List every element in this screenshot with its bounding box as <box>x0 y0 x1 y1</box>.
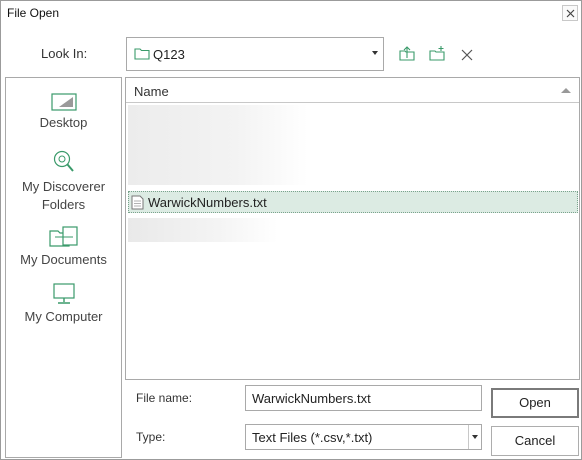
place-label: My Documents <box>20 252 107 267</box>
computer-icon <box>52 283 75 304</box>
place-label: My Computer <box>24 309 103 324</box>
discoverer-icon <box>53 150 74 172</box>
delete-button[interactable] <box>458 45 476 63</box>
blurred-region <box>128 105 308 185</box>
dialog-title: File Open <box>7 6 60 20</box>
look-in-combo[interactable]: Q123 <box>126 37 384 71</box>
file-row-warwicknumbers[interactable]: WarwickNumbers.txt <box>128 191 578 213</box>
close-button[interactable] <box>562 5 578 21</box>
open-button[interactable]: Open <box>491 388 579 418</box>
delete-icon <box>461 49 473 61</box>
file-name-field[interactable]: WarwickNumbers.txt <box>245 385 482 411</box>
sort-ascending-icon <box>561 88 571 93</box>
close-icon <box>566 9 575 18</box>
place-desktop[interactable]: Desktop <box>6 93 121 132</box>
place-label: My Discoverer Folders <box>21 179 106 212</box>
chevron-down-icon <box>472 435 478 439</box>
place-my-discoverer-folders[interactable]: My Discoverer Folders <box>6 149 121 214</box>
up-folder-icon <box>399 46 415 61</box>
place-my-computer[interactable]: My Computer <box>6 283 121 326</box>
place-label: Desktop <box>39 115 88 130</box>
column-name-label: Name <box>134 84 169 99</box>
type-dropdown-button[interactable] <box>468 425 481 449</box>
file-list[interactable]: Name WarwickNumbers.txt <box>125 77 580 380</box>
chevron-down-icon[interactable] <box>372 51 378 55</box>
desktop-icon <box>50 93 77 111</box>
folder-icon <box>134 48 150 60</box>
file-open-dialog: File Open Look In: Q123 Desktop My Disco… <box>0 0 582 460</box>
file-name-label: File name: <box>136 391 193 405</box>
name-column-header[interactable]: Name <box>126 78 579 103</box>
cancel-button[interactable]: Cancel <box>491 426 579 456</box>
blurred-region <box>128 218 278 242</box>
new-folder-button[interactable] <box>428 45 446 63</box>
text-file-icon <box>131 195 144 210</box>
type-label: Type: <box>136 430 166 444</box>
type-value: Text Files (*.csv,*.txt) <box>252 430 373 445</box>
look-in-value: Q123 <box>153 47 185 62</box>
new-folder-icon <box>429 46 445 61</box>
look-in-label: Look In: <box>41 46 88 61</box>
place-my-documents[interactable]: My Documents <box>6 226 121 269</box>
type-select[interactable]: Text Files (*.csv,*.txt) <box>245 424 482 450</box>
places-sidebar: Desktop My Discoverer Folders My Documen… <box>5 77 122 458</box>
file-name-value: WarwickNumbers.txt <box>252 391 371 406</box>
documents-folder-icon <box>48 226 78 247</box>
file-name: WarwickNumbers.txt <box>148 195 267 210</box>
up-folder-button[interactable] <box>398 45 416 63</box>
title-bar: File Open <box>1 1 581 25</box>
